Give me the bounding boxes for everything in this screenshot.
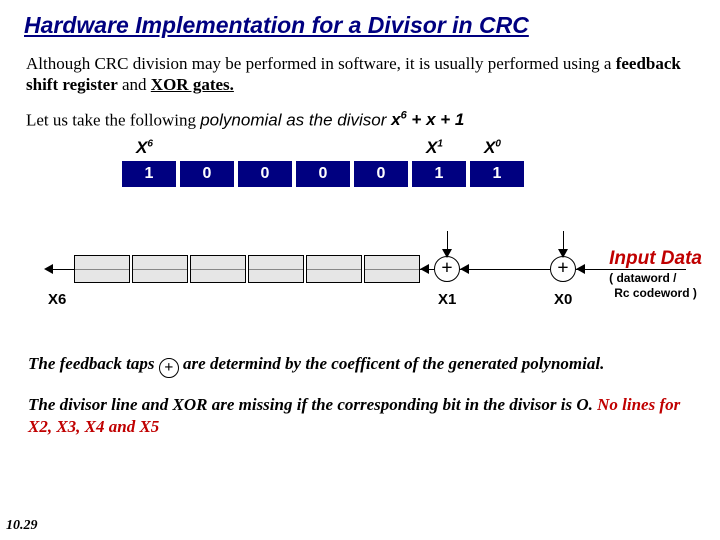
lx1-s: 1 [437,139,443,150]
shift-register-diagram: + + X6 X1 X0 [18,237,702,327]
label-x0: X0 [484,138,501,158]
register-box [306,255,362,283]
page-number: 10.29 [6,518,38,534]
arrow-left-icon [420,264,429,274]
lx1-x: X [426,138,437,157]
p1-text-c: and [118,75,151,94]
poly-expr: x6 + x + 1 [391,110,464,129]
bit-cell: 0 [296,161,352,187]
bit-cell: 0 [354,161,410,187]
axis-label-x1: X1 [438,291,456,308]
slide-title: Hardware Implementation for a Divisor in… [24,12,702,39]
lx6-s: 6 [147,139,153,150]
xor-gate-icon: + [434,256,460,282]
bit-cell: 1 [122,161,178,187]
arrow-left-icon [44,264,53,274]
bit-cell: 0 [238,161,294,187]
lx0-s: 0 [495,139,501,150]
poly-rest: x + 1 [426,110,464,129]
bit-cell: 0 [180,161,236,187]
p3-a: The feedback taps [28,354,159,373]
bit-cell: 1 [412,161,468,187]
p2-polynomial-word: polynomial [200,110,281,129]
p2-a: Let us take the following [26,110,200,129]
lx0-x: X [484,138,495,157]
p2-c: as the [281,110,337,129]
wire [576,269,686,270]
p1-text-d: XOR gates. [151,75,234,94]
paragraph-4: The divisor line and XOR are missing if … [28,394,692,438]
arrow-left-icon [460,264,469,274]
xor-gate-icon: + [550,256,576,282]
paragraph-1: Although CRC division may be performed i… [26,53,694,96]
register-box [248,255,304,283]
p3-b: are determind by the coefficent of the g… [179,354,605,373]
label-x1: X1 [426,138,443,158]
lx6-x: X [136,138,147,157]
register-box [190,255,246,283]
register-box [74,255,130,283]
p1-text-a: Although CRC division may be performed i… [26,54,616,73]
p4-a: The divisor line and XOR are missing if … [28,395,597,414]
divisor-bit-row: 1 0 0 0 0 1 1 [18,161,702,189]
paragraph-2: Let us take the following polynomial as … [26,110,694,131]
x-power-labels: X6 X1 X0 [18,138,702,160]
axis-label-x6: X6 [48,291,66,308]
wire [460,269,550,270]
poly-plus: + [407,110,426,129]
axis-label-x0: X0 [554,291,572,308]
arrow-left-icon [576,264,585,274]
bit-cell: 1 [470,161,526,187]
label-x6: X6 [136,138,153,158]
register-box [364,255,420,283]
xor-inline-icon: + [159,358,179,378]
arrow-down-icon [558,249,568,258]
p2-divisor-word: divisor [337,110,391,129]
paragraph-3: The feedback taps + are determind by the… [28,353,692,378]
register-box [132,255,188,283]
poly-x1: x [391,110,400,129]
arrow-down-icon [442,249,452,258]
wire [52,269,74,270]
